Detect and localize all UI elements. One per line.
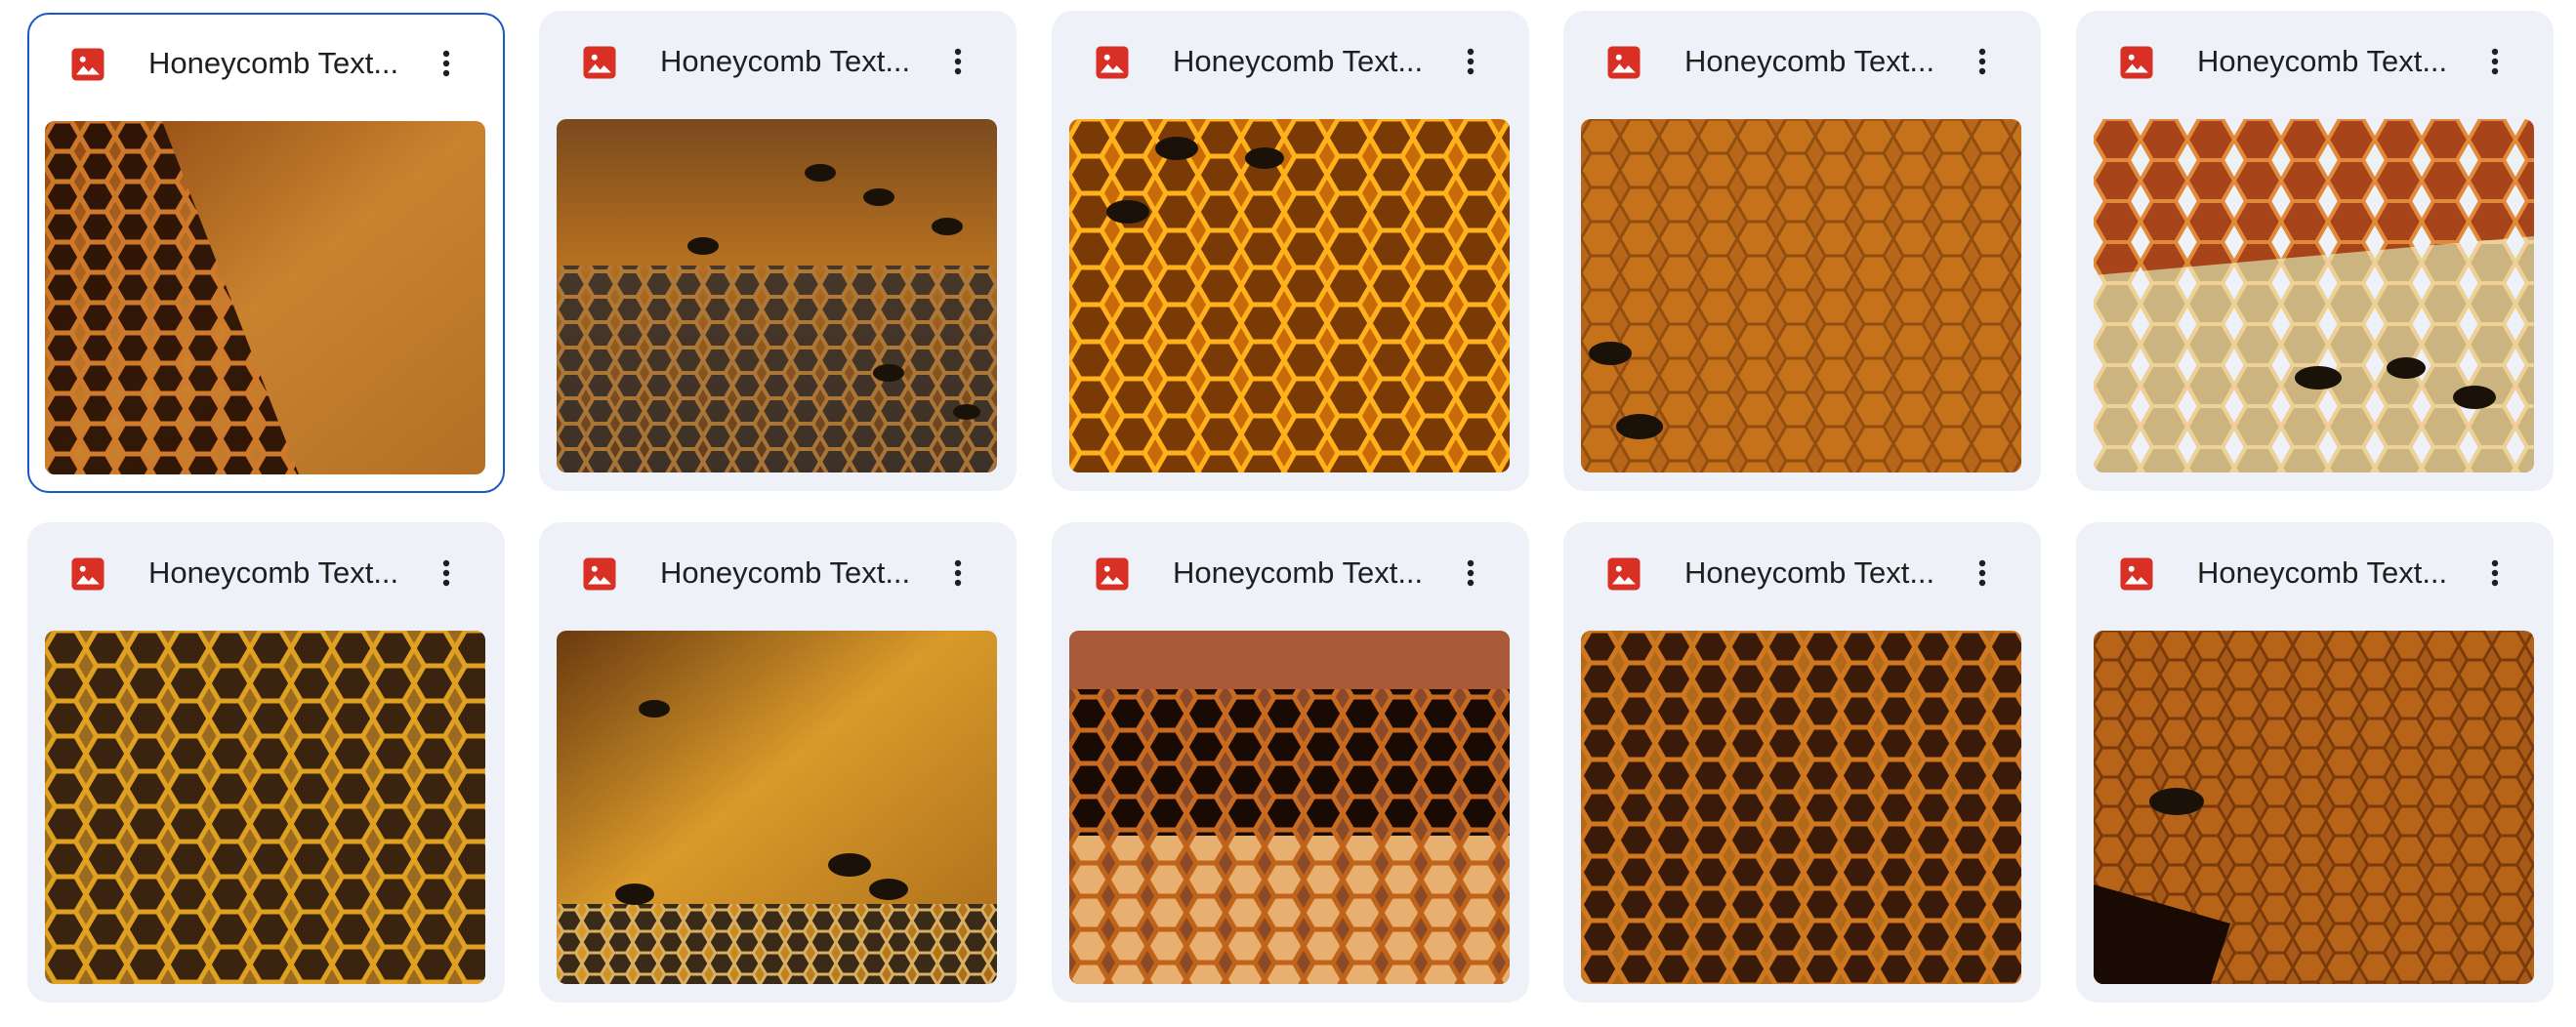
file-card[interactable]: Honeycomb Text... [1563,522,2041,1003]
more-vert-icon [2491,559,2499,587]
file-card[interactable]: Honeycomb Text... [1563,11,2041,491]
more-vert-icon [1467,48,1475,75]
more-vert-icon [954,48,962,75]
image-file-icon [1096,557,1129,591]
file-title[interactable]: Honeycomb Text... [2197,554,2461,593]
image-file-icon [1096,46,1129,79]
file-card[interactable]: Honeycomb Text... [1052,522,1529,1003]
file-card-header: Honeycomb Text... [27,522,505,628]
file-card[interactable]: Honeycomb Text... [1052,11,1529,491]
file-title[interactable]: Honeycomb Text... [1684,42,1948,81]
file-title[interactable]: Honeycomb Text... [1173,42,1436,81]
image-thumbnail[interactable] [45,121,485,474]
file-title[interactable]: Honeycomb Text... [660,42,924,81]
more-vert-icon [954,559,962,587]
file-card[interactable]: Honeycomb Text... [539,11,1017,491]
image-thumbnail[interactable] [1069,119,1510,472]
file-card-header: Honeycomb Text... [29,15,503,120]
image-thumbnail[interactable] [2094,119,2534,472]
file-card[interactable]: Honeycomb Text... [2076,522,2554,1003]
image-thumbnail[interactable] [1069,631,1510,984]
more-options-button[interactable] [1961,40,2004,83]
more-vert-icon [442,559,450,587]
image-file-icon [1607,46,1641,79]
file-grid: Honeycomb Text... Honeycomb Text... Hone… [0,0,2576,1027]
image-file-icon [71,48,104,81]
image-file-icon [71,557,104,591]
image-file-icon [583,557,616,591]
image-file-icon [1607,557,1641,591]
file-card[interactable]: Honeycomb Text... [27,13,505,493]
file-card[interactable]: Honeycomb Text... [539,522,1017,1003]
file-card[interactable]: Honeycomb Text... [2076,11,2554,491]
file-title[interactable]: Honeycomb Text... [148,44,412,83]
image-file-icon [583,46,616,79]
file-card-header: Honeycomb Text... [1052,11,1529,116]
file-title[interactable]: Honeycomb Text... [148,554,412,593]
more-options-button[interactable] [425,552,468,595]
file-title[interactable]: Honeycomb Text... [2197,42,2461,81]
image-thumbnail[interactable] [557,631,997,984]
file-card-header: Honeycomb Text... [539,522,1017,628]
image-thumbnail[interactable] [557,119,997,472]
more-options-button[interactable] [1961,552,2004,595]
more-options-button[interactable] [936,552,979,595]
more-vert-icon [1467,559,1475,587]
more-options-button[interactable] [1449,552,1492,595]
more-vert-icon [2491,48,2499,75]
file-title[interactable]: Honeycomb Text... [660,554,924,593]
file-card[interactable]: Honeycomb Text... [27,522,505,1003]
more-options-button[interactable] [2473,552,2516,595]
image-thumbnail[interactable] [1581,631,2021,984]
file-card-header: Honeycomb Text... [1563,522,2041,628]
more-options-button[interactable] [425,42,468,85]
file-card-header: Honeycomb Text... [1052,522,1529,628]
file-card-header: Honeycomb Text... [1563,11,2041,116]
more-vert-icon [1978,48,1986,75]
file-title[interactable]: Honeycomb Text... [1684,554,1948,593]
file-card-header: Honeycomb Text... [539,11,1017,116]
image-file-icon [2120,557,2153,591]
more-options-button[interactable] [1449,40,1492,83]
image-thumbnail[interactable] [45,631,485,984]
image-thumbnail[interactable] [2094,631,2534,984]
file-card-header: Honeycomb Text... [2076,522,2554,628]
more-vert-icon [1978,559,1986,587]
more-options-button[interactable] [936,40,979,83]
file-title[interactable]: Honeycomb Text... [1173,554,1436,593]
more-vert-icon [442,50,450,77]
image-file-icon [2120,46,2153,79]
image-thumbnail[interactable] [1581,119,2021,472]
more-options-button[interactable] [2473,40,2516,83]
file-card-header: Honeycomb Text... [2076,11,2554,116]
